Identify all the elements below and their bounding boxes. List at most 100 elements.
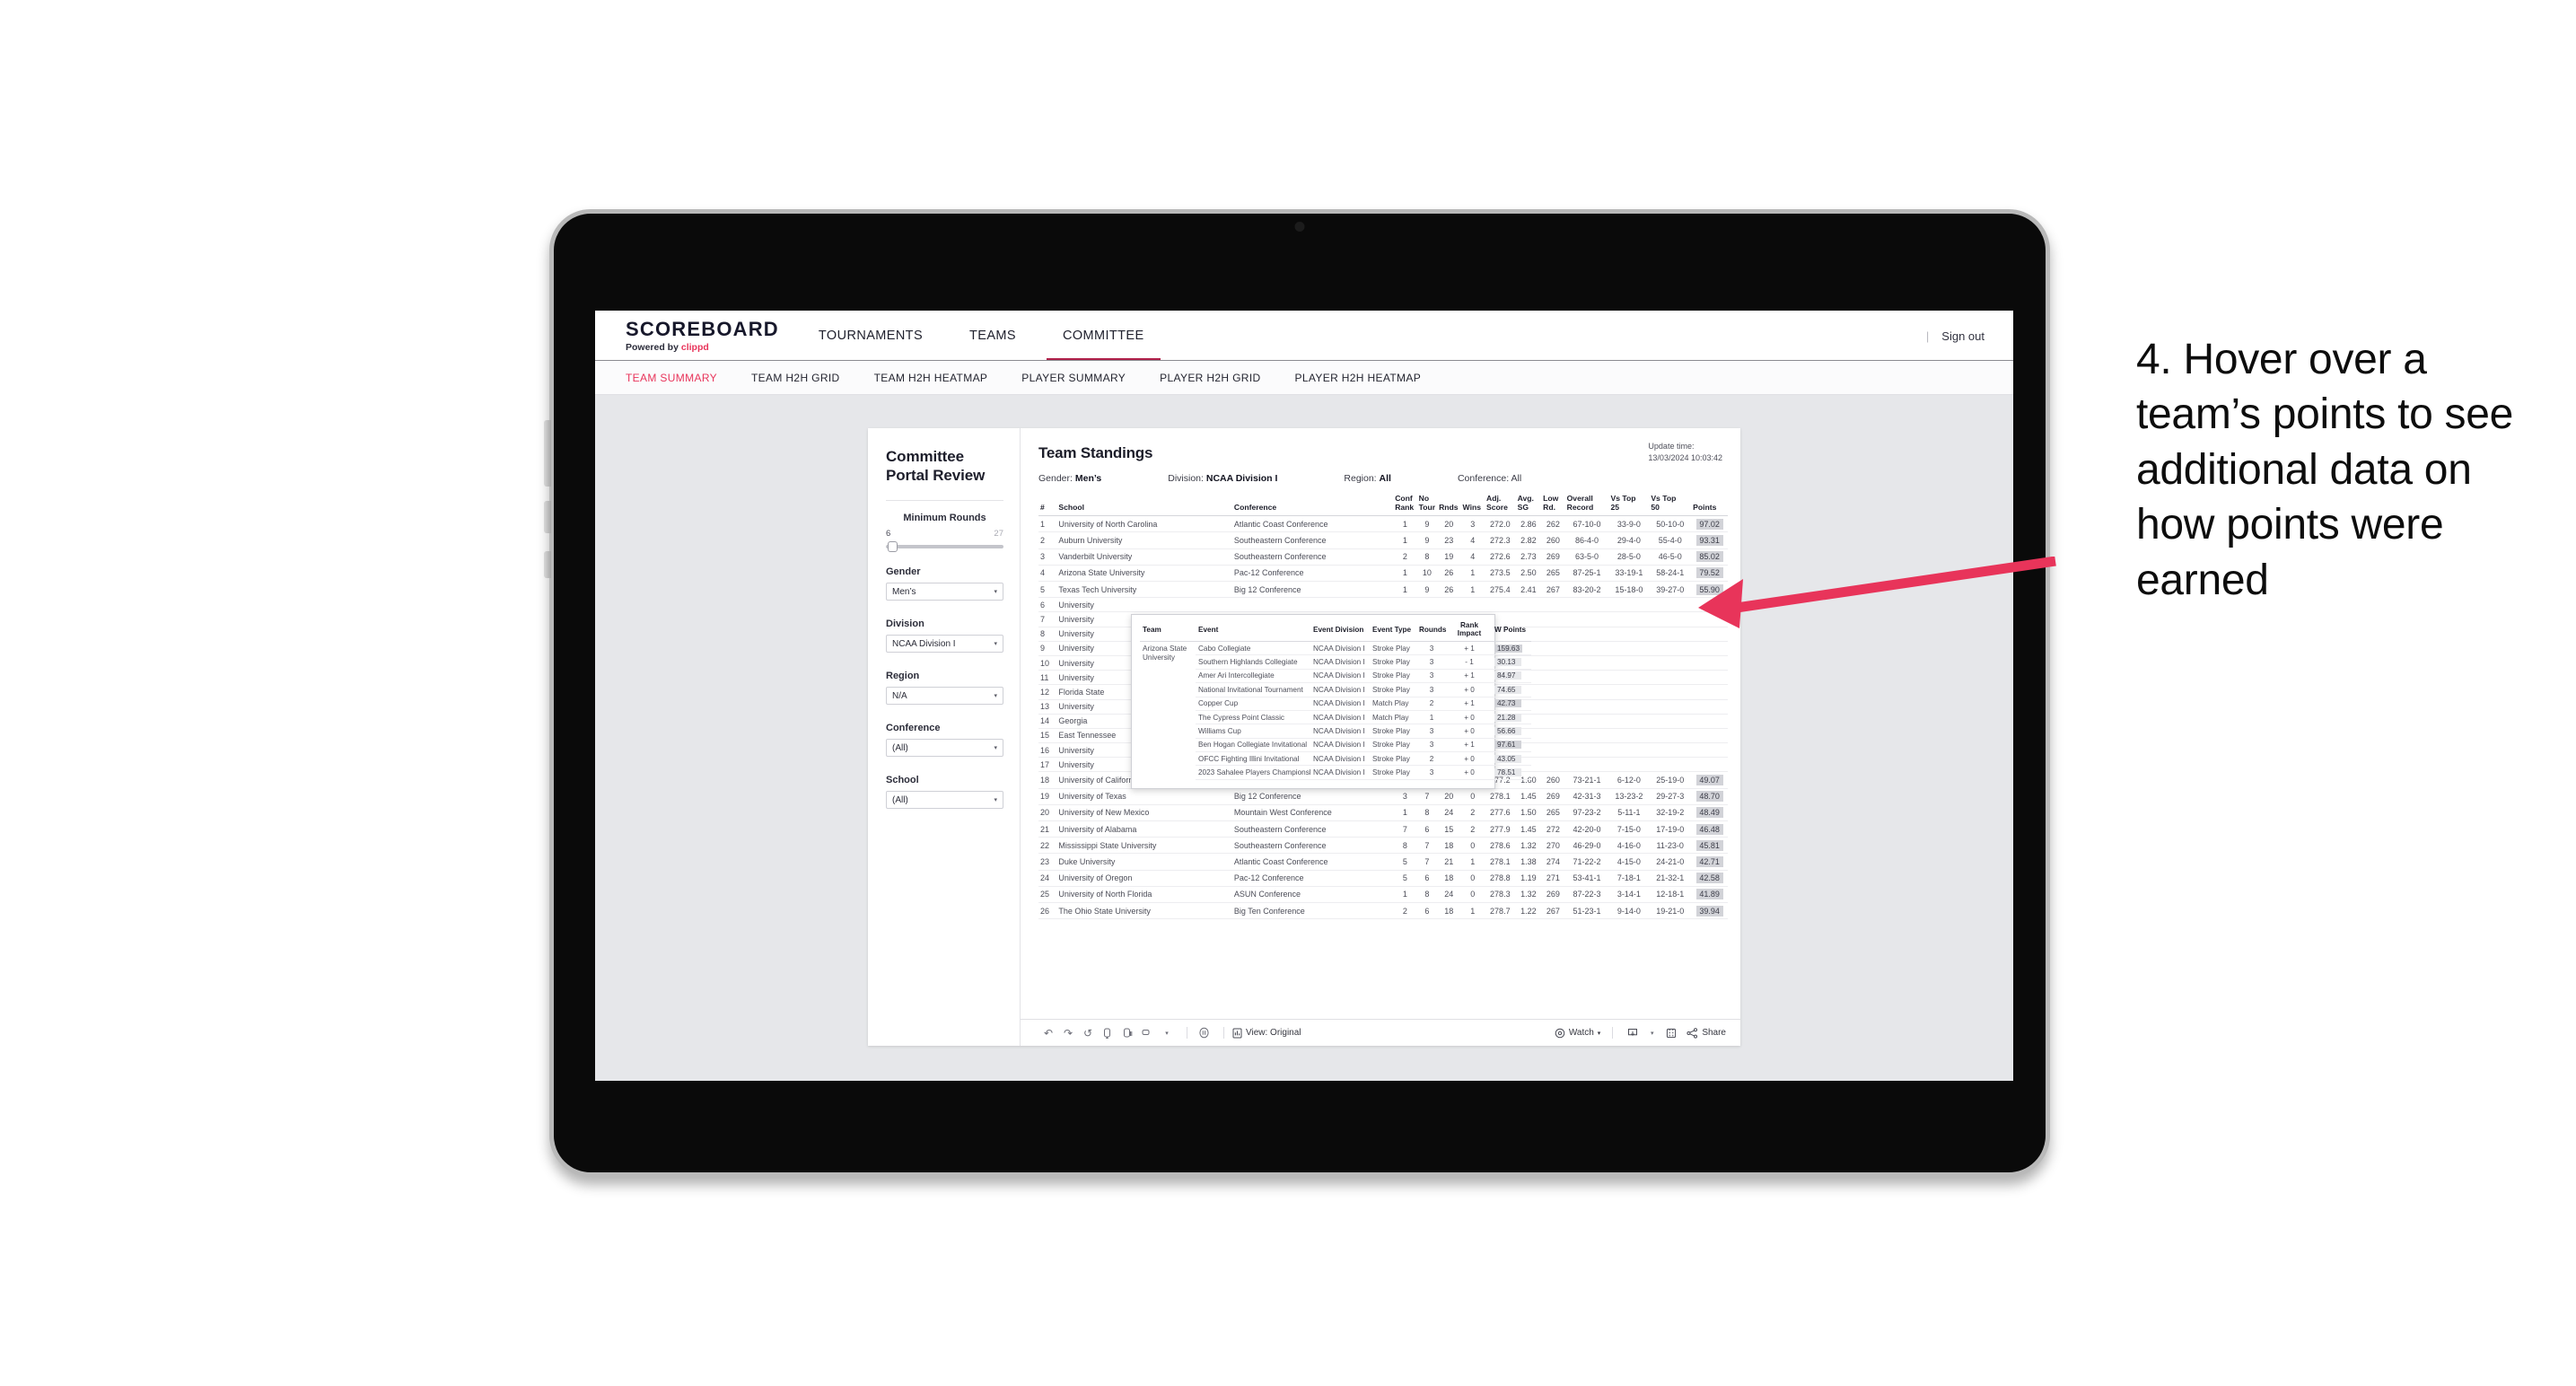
cell-points[interactable]: 49.07 — [1691, 771, 1728, 789]
cell-overall-record — [1564, 655, 1609, 671]
gender-select[interactable]: Men’s ▾ — [886, 583, 1003, 601]
tab-player-summary[interactable]: PLAYER SUMMARY — [1021, 372, 1126, 384]
table-row[interactable]: 6 University — [1038, 597, 1728, 613]
col-conference[interactable]: Conference — [1231, 495, 1394, 517]
device-layout-icon[interactable] — [1139, 1025, 1155, 1041]
col-overall-record[interactable]: Overall Record — [1564, 494, 1609, 517]
cell-points[interactable] — [1691, 728, 1728, 744]
cell-points[interactable]: 39.94 — [1691, 902, 1728, 920]
nav-item-committee[interactable]: COMMITTEE — [1039, 311, 1168, 361]
col-label-2: Rd. — [1543, 502, 1555, 512]
cell-conf-rank: 1 — [1393, 886, 1417, 903]
tooltip-cell-rounds: 3 — [1416, 724, 1447, 739]
redo-icon[interactable]: ↷ — [1060, 1025, 1076, 1041]
volume-up-button[interactable] — [544, 420, 551, 487]
table-row[interactable]: 20 University of New Mexico Mountain West … — [1038, 804, 1728, 822]
slider-handle[interactable] — [888, 541, 898, 553]
tab-team-summary[interactable]: TEAM SUMMARY — [626, 372, 717, 384]
share-button[interactable]: Share — [1687, 1027, 1726, 1039]
tooltip-cell-event-division: NCAA Division I — [1310, 765, 1370, 780]
cell-points[interactable] — [1691, 742, 1728, 759]
table-row[interactable]: 26 The Ohio State University Big Ten Confe… — [1038, 902, 1728, 920]
chevron-down-icon[interactable]: ▾ — [1159, 1025, 1175, 1041]
cell-overall-record — [1564, 684, 1609, 700]
school-select[interactable]: (All) ▾ — [886, 791, 1003, 810]
col-rnds[interactable]: Rnds — [1437, 495, 1461, 517]
cell-points[interactable] — [1691, 757, 1728, 773]
cell-points[interactable]: 93.31 — [1691, 531, 1728, 549]
col-low-rd[interactable]: Low Rd. — [1541, 494, 1565, 517]
table-row[interactable]: 21 University of Alabama Southeastern Conf… — [1038, 820, 1728, 838]
cell-vs-top-50 — [1649, 742, 1692, 759]
cell-vs-top-25: 33-9-0 — [1608, 515, 1650, 533]
table-row[interactable]: 23 Duke University Atlantic Coast Conferen… — [1038, 853, 1728, 871]
cell-points[interactable] — [1691, 714, 1728, 729]
minimum-rounds-filter: Minimum Rounds 6 27 — [886, 513, 1003, 553]
table-row[interactable]: 25 University of North Florida ASUN Confer… — [1038, 886, 1728, 903]
undo-icon[interactable]: ↶ — [1040, 1025, 1056, 1041]
cell-points[interactable]: 42.71 — [1691, 853, 1728, 871]
tab-player-h2h-grid[interactable]: PLAYER H2H GRID — [1160, 372, 1260, 384]
cell-points[interactable]: 97.02 — [1691, 515, 1728, 533]
table-row[interactable]: 4 Arizona State University Pac-12 Conferen… — [1038, 565, 1728, 583]
table-row[interactable]: 22 Mississippi State University Southeaste… — [1038, 837, 1728, 855]
col-vs-top-25[interactable]: Vs Top 25 — [1608, 494, 1650, 517]
nav-item-tournaments[interactable]: TOURNAMENTS — [795, 311, 946, 361]
cell-adj-score: 272.6 — [1485, 548, 1516, 566]
chevron-down-icon: ▾ — [1597, 1030, 1601, 1037]
cell-vs-top-50 — [1649, 627, 1692, 642]
table-row[interactable]: 1 University of North Carolina Atlantic Co… — [1038, 515, 1728, 533]
watch-button[interactable]: Watch ▾ — [1555, 1028, 1600, 1039]
cell-points[interactable]: 42.58 — [1691, 870, 1728, 887]
table-row[interactable]: 19 University of Texas Big 12 Conference 3 7… — [1038, 788, 1728, 805]
download-icon[interactable] — [1625, 1025, 1641, 1041]
pause-icon[interactable] — [1196, 1025, 1212, 1041]
tooltip-cell-event: Williams Cup — [1196, 724, 1310, 739]
sign-out-link[interactable]: Sign out — [1941, 329, 1985, 343]
refresh-data-icon[interactable] — [1100, 1025, 1116, 1041]
col-vs-top-50[interactable]: Vs Top 50 — [1649, 494, 1692, 517]
cell-points[interactable]: 48.49 — [1691, 804, 1728, 822]
cell-conference: Big 12 Conference — [1231, 581, 1394, 599]
revert-icon[interactable]: ↺ — [1080, 1025, 1096, 1041]
update-time-label: Update time: — [1648, 442, 1695, 451]
conference-select[interactable]: (All) ▾ — [886, 739, 1003, 758]
table-row[interactable]: 3 Vanderbilt University Southeastern Confe… — [1038, 548, 1728, 566]
col-no-tour[interactable]: No Tour — [1416, 494, 1438, 517]
region-select[interactable]: N/A ▾ — [886, 687, 1003, 706]
volume-down-button[interactable] — [544, 501, 551, 533]
cell-points[interactable]: 48.70 — [1691, 788, 1728, 805]
fullscreen-icon[interactable] — [1663, 1025, 1679, 1041]
cell-points[interactable]: 41.89 — [1691, 886, 1728, 903]
cell-points[interactable] — [1691, 684, 1728, 700]
cell-low-rd: 260 — [1541, 771, 1565, 789]
col-avg-sg[interactable]: Avg. SG — [1515, 494, 1542, 517]
col-wins[interactable]: Wins — [1460, 495, 1485, 517]
nav-item-teams[interactable]: TEAMS — [946, 311, 1039, 361]
pause-auto-updates-icon[interactable] — [1119, 1025, 1135, 1041]
table-row[interactable]: 5 Texas Tech University Big 12 Conference 1… — [1038, 581, 1728, 599]
col-rank[interactable]: # — [1038, 495, 1057, 517]
tab-team-h2h-heatmap[interactable]: TEAM H2H HEATMAP — [874, 372, 988, 384]
table-row[interactable]: 2 Auburn University Southeastern Conferenc… — [1038, 531, 1728, 549]
tab-team-h2h-grid[interactable]: TEAM H2H GRID — [751, 372, 840, 384]
power-button[interactable] — [544, 551, 551, 578]
cell-vs-top-50: 11-23-0 — [1649, 837, 1692, 855]
cell-points[interactable]: 45.81 — [1691, 837, 1728, 855]
division-select[interactable]: NCAA Division I ▾ — [886, 635, 1003, 654]
tab-player-h2h-heatmap[interactable]: PLAYER H2H HEATMAP — [1295, 372, 1422, 384]
cell-points[interactable]: 46.48 — [1691, 820, 1728, 838]
col-points[interactable]: Points — [1691, 495, 1728, 517]
chevron-down-icon[interactable]: ▾ — [1648, 1025, 1656, 1041]
col-conf-rank[interactable]: Conf Rank — [1393, 494, 1417, 517]
cell-points[interactable] — [1691, 699, 1728, 715]
view-original-button[interactable]: View: Original — [1232, 1028, 1301, 1039]
w-points-value: 159.63 — [1494, 644, 1523, 653]
brand-logo[interactable]: SCOREBOARD Powered by clippd — [595, 311, 795, 361]
points-value: 93.31 — [1695, 535, 1723, 547]
col-adj-score[interactable]: Adj. Score — [1485, 494, 1516, 517]
table-row[interactable]: 24 University of Oregon Pac-12 Conference 5… — [1038, 870, 1728, 887]
cell-no-tour: 6 — [1416, 902, 1438, 920]
minimum-rounds-slider[interactable] — [886, 541, 1003, 553]
col-school[interactable]: School — [1056, 495, 1232, 517]
